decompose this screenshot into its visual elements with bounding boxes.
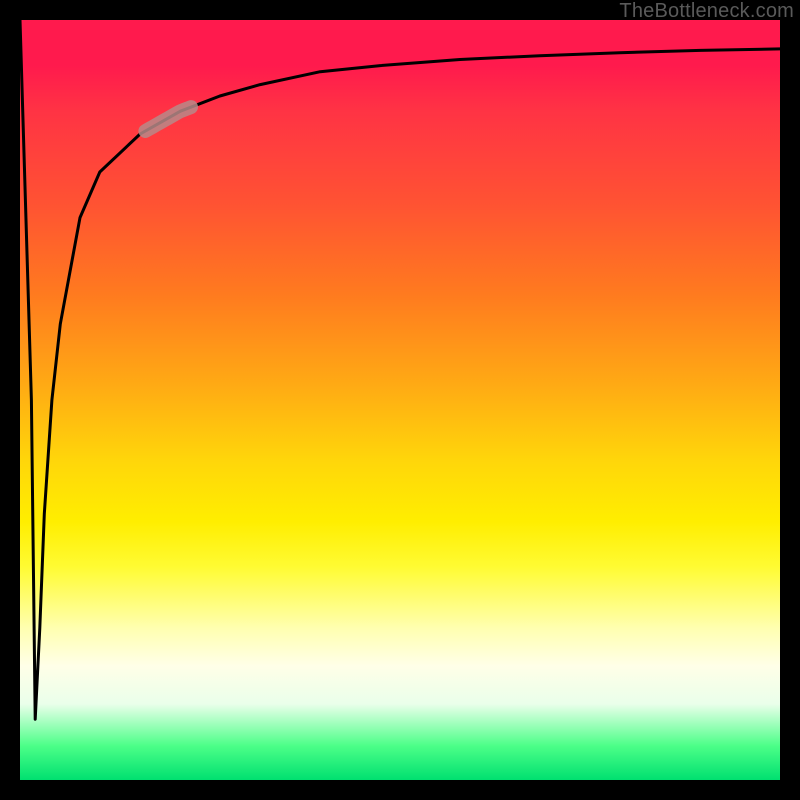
chart-frame: TheBottleneck.com xyxy=(0,0,800,800)
highlight-path xyxy=(145,107,191,131)
curve-path xyxy=(20,20,780,719)
plot-area xyxy=(20,20,780,780)
curve-svg xyxy=(20,20,780,780)
